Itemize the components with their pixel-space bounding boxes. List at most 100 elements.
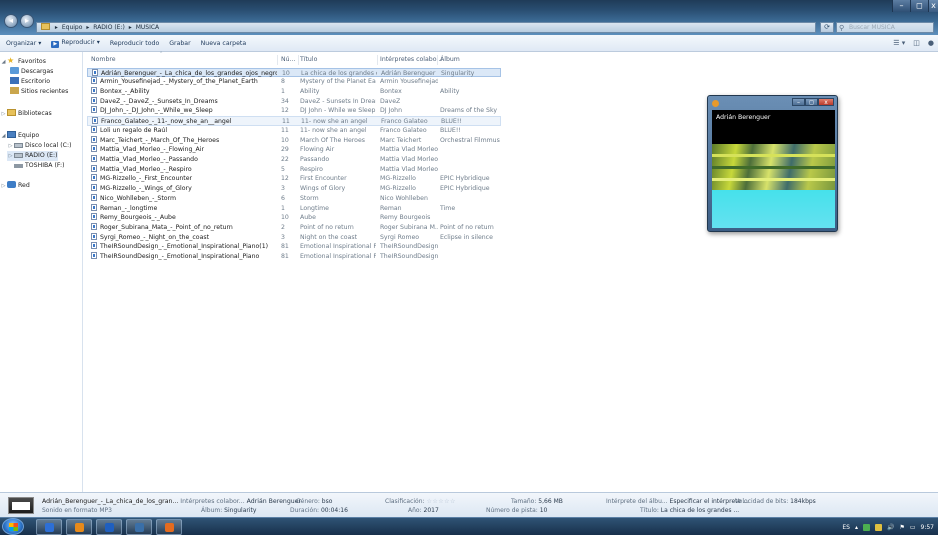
file-row[interactable]: Armin_Yousefinejad_-_Mystery_of_the_Plan… [87,77,501,87]
file-row[interactable]: MG-Rizzello_-_Wings_of_Glory 3 Wings of Gl… [87,184,501,194]
file-row[interactable]: Adrián_Berenguer_-_La_chica_de_los_grand… [87,67,501,78]
title-bar: ◂ ▸ ▸ Equipo ▸ RADIO (E:) ▸ MUSICA ⟳ ⚲ B… [0,0,938,35]
taskbar-folder-button[interactable] [126,519,152,535]
file-row[interactable]: Mattia_Vlad_Morleo_-_Respiro 5 Respiro Matt… [87,164,501,175]
track-title: Wings of Glory [300,184,376,194]
breadcrumb-musica[interactable]: MUSICA [136,24,159,31]
file-row[interactable]: Bontex_-_Ability 1 Ability Bontex Ability [87,86,501,97]
details-genre-value[interactable]: bso [322,498,333,505]
tray-expand-icon[interactable]: ▴ [855,524,858,531]
file-name-text: Armin_Yousefinejad_-_Mystery_of_the_Plan… [100,78,258,86]
taskbar-firefox-button[interactable] [66,519,92,535]
details-album-value[interactable]: Singularity [224,507,256,514]
preview-close-button[interactable]: x [818,98,834,106]
audio-file-icon [91,135,97,143]
file-row[interactable]: Mattia_Vlad_Morleo_-_Flowing_Air 29 Flowin… [87,145,501,155]
breadcrumb-sep: ▸ [128,24,132,31]
file-row[interactable]: Reman_-_longtime 1 Longtime Reman Time [87,203,501,214]
taskbar-media-player-button[interactable] [156,519,182,535]
nav-downloads[interactable]: Descargas [10,67,53,77]
preview-pane-icon[interactable]: ◫ [913,39,920,47]
play-button[interactable]: ▶ Reproducir ▾ [51,39,100,48]
help-icon[interactable]: ● [928,39,934,47]
media-preview-window[interactable]: – ◻ x Adrián Berenguer [707,95,838,232]
nav-local-disk[interactable]: ▷ Disco local (C:) [7,141,72,151]
nav-radio[interactable]: ▷ RADIO (E:) [7,151,58,161]
back-button[interactable]: ◂ [4,14,18,28]
breadcrumb-equipo[interactable]: Equipo [62,24,83,31]
file-name: DJ_John_-_DJ_John_-_While_we_Sleep [91,106,276,116]
nav-network[interactable]: ▷ Red [0,181,30,191]
nav-toshiba[interactable]: TOSHIBA (F:) [14,161,65,171]
volume-icon[interactable]: 🔊 [887,524,894,531]
file-name-text: Loli un regalo de Raúl [100,126,168,134]
command-bar: Organizar ▾ ▶ Reproducir ▾ Reproducir tod… [0,35,938,52]
file-row[interactable]: Marc_Teichert_-_March_Of_The_Heroes 10 Mar… [87,135,501,146]
search-input[interactable]: ⚲ Buscar MUSICA [836,22,934,33]
clock[interactable]: 9:57 [921,524,934,531]
file-row[interactable]: DJ_John_-_DJ_John_-_While_we_Sleep 12 DJ J… [87,106,501,116]
view-options-icon[interactable]: ☰ ▾ [893,39,905,47]
play-all-button[interactable]: Reproducir todo [110,40,159,47]
forward-button[interactable]: ▸ [20,14,34,28]
file-name: Remy_Bourgeois_-_Aube [91,213,276,223]
details-title-value[interactable]: La chica de los grandes ... [661,507,739,514]
flag-icon[interactable]: ⚑ [899,524,904,531]
close-button[interactable]: x [928,0,938,12]
column-divider[interactable] [277,55,278,65]
track-number-text: 10 [282,69,290,77]
nav-recent[interactable]: Sitios recientes [10,87,68,97]
network-status-icon[interactable] [862,523,870,531]
column-header-number[interactable]: Nú... [281,55,295,65]
column-divider[interactable] [298,55,299,65]
address-bar[interactable]: ▸ Equipo ▸ RADIO (E:) ▸ MUSICA [36,22,816,33]
file-row[interactable]: Syrgi_Romeo_-_Night_on_the_coast 3 Night o… [87,232,501,243]
preview-maximize-button[interactable]: ◻ [805,98,818,106]
details-artists-value[interactable]: Adrián Berenguer [247,498,301,505]
file-row[interactable]: DaveZ_-_DaveZ_-_Sunsets_In_Dreams 34 DaveZ… [87,96,501,107]
file-row[interactable]: TheIRSoundDesign_-_Emotional_Inspiration… [87,242,501,252]
preview-minimize-button[interactable]: – [792,98,805,106]
details-year-value[interactable]: 2017 [424,507,439,514]
action-center-icon[interactable] [874,523,882,531]
file-row[interactable]: Remy_Bourgeois_-_Aube 10 Aube Remy Bourgeoi… [87,213,501,223]
file-row[interactable]: Nico_Wohlleben_-_Storm 6 Storm Nico Wohlleb… [87,193,501,204]
file-row[interactable]: MG-Rizzello_-_First_Encounter 12 First Enc… [87,174,501,184]
nav-favorites[interactable]: ◢ ★ Favoritos [0,56,46,66]
column-header-artists[interactable]: Intérpretes colabo... [380,55,442,65]
column-divider[interactable] [377,55,378,65]
details-track-value[interactable]: 10 [540,507,548,514]
track-title: Ability [300,87,376,97]
track-artist: Armin Yousefinejad [380,77,438,87]
rating-stars-icon[interactable]: ☆☆☆☆☆ [426,498,455,505]
organize-button[interactable]: Organizar ▾ [6,40,41,47]
file-name-text: Nico_Wohlleben_-_Storm [100,194,177,202]
taskbar-ie-button[interactable] [96,519,122,535]
nav-computer[interactable]: ◢ Equipo [0,131,39,141]
file-row[interactable]: TheIRSoundDesign_-_Emotional_Inspiration… [87,252,501,262]
minimize-button[interactable]: – [892,0,910,12]
monitor-icon[interactable]: ▭ [910,524,916,531]
taskbar-explorer-button[interactable] [36,519,62,535]
track-number-text: 6 [281,194,285,202]
art-band [712,178,835,181]
column-header-album[interactable]: Álbum [440,55,460,65]
file-row[interactable]: Loli un regalo de Raúl 11 11- now she an a… [87,125,501,136]
language-indicator[interactable]: ES [842,524,850,531]
column-header-name[interactable]: Nombre [91,55,116,65]
start-button[interactable] [2,518,24,535]
refresh-button[interactable]: ⟳ [820,22,834,33]
column-header-title[interactable]: Título [300,55,317,65]
nav-desktop[interactable]: Escritorio [10,77,50,87]
file-row[interactable]: Mattia_Vlad_Morleo_-_Passando 22 Passando M… [87,154,501,165]
details-size-value: 5,66 MB [538,498,563,505]
file-row[interactable]: Roger_Subirana_Mata_-_Point_of_no_return… [87,223,501,233]
breadcrumb-radio[interactable]: RADIO (E:) [93,24,125,31]
file-row[interactable]: Franco_Galateo_-_11-_now_she_an__angel 11… [87,116,501,126]
maximize-button[interactable]: ◻ [910,0,928,12]
burn-button[interactable]: Grabar [169,40,190,47]
nav-libraries[interactable]: ▷ Bibliotecas [0,109,52,119]
new-folder-button[interactable]: Nueva carpeta [201,40,246,47]
preview-window-controls: – ◻ x [792,98,834,106]
column-divider[interactable] [437,55,438,65]
